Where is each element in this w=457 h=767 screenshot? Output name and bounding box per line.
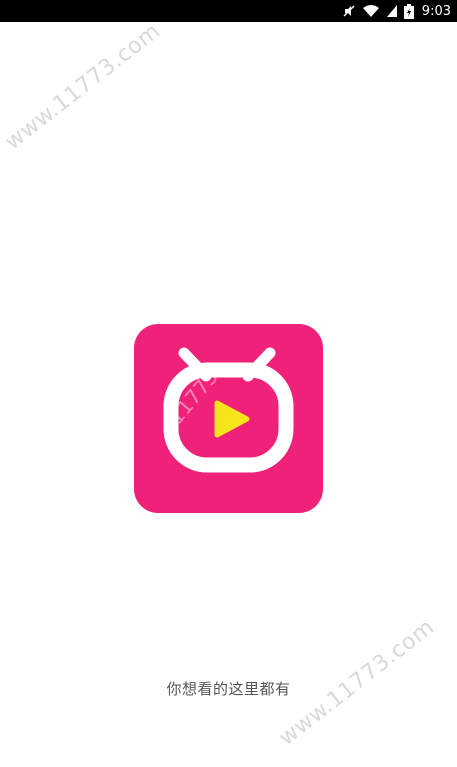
tv-play-icon	[163, 347, 294, 473]
wifi-icon	[362, 4, 380, 18]
signal-icon	[386, 4, 398, 18]
status-time: 9:03	[421, 3, 451, 19]
watermark-top: www.11773.com	[0, 18, 166, 156]
app-logo	[134, 324, 323, 513]
mute-icon	[342, 4, 356, 18]
splash-screen: 9:03 www.11773.com 11773 你想看的这里都有 www.11…	[0, 0, 457, 767]
slogan-text: 你想看的这里都有	[166, 680, 291, 698]
status-bar: 9:03	[0, 0, 457, 22]
battery-charging-icon	[403, 3, 414, 19]
